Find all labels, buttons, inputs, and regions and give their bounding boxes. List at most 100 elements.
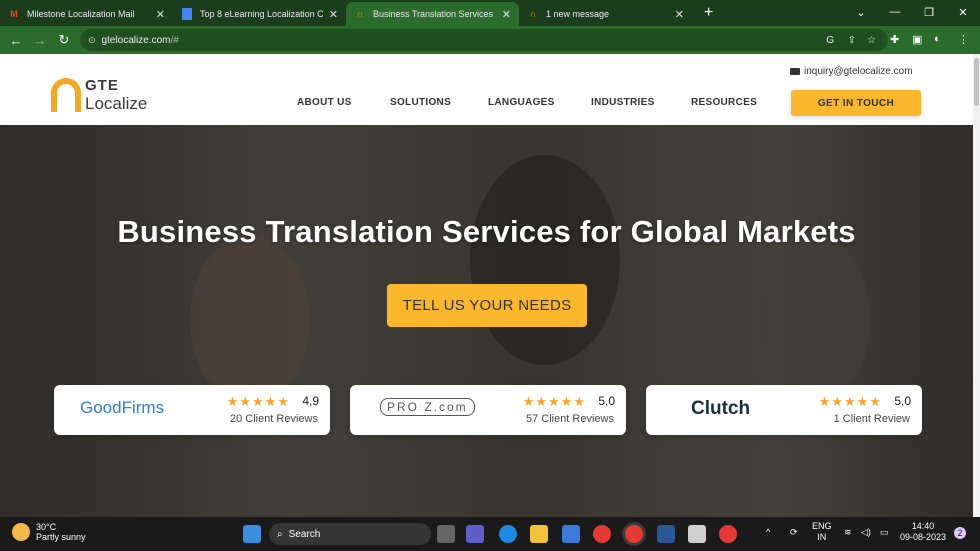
tab-label: Top 8 eLearning Localization Con xyxy=(200,9,323,19)
url-host: gtelocalize.com xyxy=(101,34,171,46)
restore-icon[interactable]: ❐ xyxy=(912,6,946,19)
start-icon[interactable] xyxy=(243,525,261,543)
rating-value: 4,9 xyxy=(302,394,319,408)
word-icon[interactable] xyxy=(657,525,675,543)
rating-value: 5,0 xyxy=(894,394,911,408)
tray-app-icon[interactable]: ⟳ xyxy=(790,527,798,538)
clock-date: 09-08-2023 xyxy=(900,532,947,542)
review-card-proz[interactable]: PRO Z.com ★★★★★ 5,0 57 Client Reviews xyxy=(350,385,626,435)
search-icon: ⌕ xyxy=(277,528,283,540)
share-icon[interactable]: ⇪ xyxy=(848,35,856,46)
hero-section: Business Translation Services for Global… xyxy=(0,125,973,517)
nav-about-us[interactable]: ABOUT US xyxy=(297,97,352,108)
search-label: Search xyxy=(288,528,321,540)
bookmark-star-icon[interactable]: ☆ xyxy=(867,35,876,46)
profile-icon[interactable]: ◐ xyxy=(934,33,941,45)
tab-gmail[interactable]: M Milestone Localization Mail ✕ xyxy=(0,2,173,26)
task-view-icon[interactable] xyxy=(437,525,455,543)
review-card-goodfirms[interactable]: GoodFirms ★★★★★ 4,9 20 Client Reviews xyxy=(54,385,330,435)
close-tab-icon[interactable]: ✕ xyxy=(156,8,165,21)
nav-resources[interactable]: RESOURCES xyxy=(691,97,757,108)
chrome-active-icon[interactable] xyxy=(625,525,643,543)
close-tab-icon[interactable]: ✕ xyxy=(502,8,511,21)
gte-logo[interactable]: GTE Localize xyxy=(51,74,166,114)
docs-icon xyxy=(181,8,193,20)
email-text: inquiry@gtelocalize.com xyxy=(804,66,913,77)
partly-sunny-icon xyxy=(12,523,30,541)
gte-icon: ∩ xyxy=(356,9,364,19)
snipping-icon[interactable] xyxy=(688,525,706,543)
star-rating-icon: ★★★★★ xyxy=(226,394,290,409)
language-indicator[interactable]: ENG IN xyxy=(812,521,832,543)
scrollbar-thumb[interactable] xyxy=(974,58,979,106)
page-scrollbar[interactable] xyxy=(973,54,980,517)
nav-industries[interactable]: INDUSTRIES xyxy=(591,97,655,108)
gte-icon: ∩ xyxy=(529,9,537,19)
review-count: 57 Client Reviews xyxy=(525,413,614,425)
forward-icon[interactable]: → xyxy=(28,33,52,48)
nav-solutions[interactable]: SOLUTIONS xyxy=(390,97,451,108)
get-in-touch-button[interactable]: GET IN TOUCH xyxy=(791,90,921,116)
extensions-icon[interactable]: ✚ xyxy=(890,33,899,46)
proz-logo: PRO Z.com xyxy=(380,398,475,416)
clock-time: 14:40 xyxy=(911,521,935,531)
review-count: 1 Client Review xyxy=(833,413,910,425)
minimize-icon[interactable]: — xyxy=(878,6,912,18)
email-link[interactable]: inquiry@gtelocalize.com xyxy=(790,66,913,77)
browser-tab-bar: M Milestone Localization Mail ✕ Top 8 eL… xyxy=(0,0,980,26)
close-tab-icon[interactable]: ✕ xyxy=(675,8,684,21)
volume-icon[interactable]: ◁) xyxy=(861,527,871,538)
tab-label: 1 new message xyxy=(546,9,610,19)
reload-icon[interactable]: ↻ xyxy=(52,32,76,48)
back-icon[interactable]: ← xyxy=(4,33,28,48)
teams-icon[interactable] xyxy=(466,525,484,543)
star-rating-icon: ★★★★★ xyxy=(818,394,882,409)
chrome-icon[interactable] xyxy=(593,525,611,543)
logo-text-bottom: Localize xyxy=(85,94,148,113)
review-count: 20 Client Reviews xyxy=(229,413,318,425)
close-tab-icon[interactable]: ✕ xyxy=(329,8,338,21)
star-rating-icon: ★★★★★ xyxy=(522,394,586,409)
tab-label: Milestone Localization Mail xyxy=(27,9,135,19)
url-path: /# xyxy=(170,34,179,46)
battery-icon[interactable]: ▭ xyxy=(880,527,889,538)
goodfirms-logo: GoodFirms xyxy=(80,398,165,417)
close-window-icon[interactable]: ✕ xyxy=(946,6,980,19)
url-bar[interactable]: ⊙ gtelocalize.com/# G ⇪ ☆ xyxy=(80,29,888,51)
google-icon[interactable]: G xyxy=(826,35,834,46)
review-card-clutch[interactable]: Clutch ★★★★★ 5,0 1 Client Review xyxy=(646,385,922,435)
site-header: GTE Localize inquiry@gtelocalize.com ABO… xyxy=(0,54,973,125)
tab-gte-active[interactable]: ∩ Business Translation Services For ✕ xyxy=(346,2,519,26)
menu-icon[interactable]: ⋮ xyxy=(958,33,969,46)
tab-label: Business Translation Services For xyxy=(373,9,496,19)
logo-text-top: GTE xyxy=(85,77,119,94)
tab-message[interactable]: ∩ 1 new message ✕ xyxy=(519,2,692,26)
rating-value: 5,0 xyxy=(598,394,615,408)
gmail-icon: M xyxy=(10,9,18,19)
logo-arch-icon xyxy=(51,78,81,112)
windows-taskbar: 30°C Partly sunny ⌕ Search ^ ⟳ ENG IN ≋ … xyxy=(0,517,980,551)
tell-us-your-needs-button[interactable]: TELL US YOUR NEEDS xyxy=(387,284,587,327)
wifi-icon[interactable]: ≋ xyxy=(844,527,852,538)
edge-icon[interactable] xyxy=(499,525,517,543)
site-info-icon[interactable]: ⊙ xyxy=(88,35,96,46)
sidepanel-icon[interactable]: ▣ xyxy=(912,33,922,46)
lang-code: ENG xyxy=(812,521,832,531)
chrome-profile-icon[interactable] xyxy=(719,525,737,543)
file-explorer-icon[interactable] xyxy=(530,525,548,543)
tray-chevron-icon[interactable]: ^ xyxy=(766,527,770,538)
weather-widget[interactable]: 30°C Partly sunny xyxy=(12,522,86,542)
notification-badge[interactable]: 2 xyxy=(954,527,966,539)
address-bar-row: ← → ↻ ⊙ gtelocalize.com/# G ⇪ ☆ ✚ ▣ ◐ ⋮ xyxy=(0,26,980,54)
nav-languages[interactable]: LANGUAGES xyxy=(488,97,555,108)
window-controls: ⌄ — ❐ ✕ xyxy=(844,0,980,24)
hero-title: Business Translation Services for Global… xyxy=(117,214,856,249)
clock[interactable]: 14:40 09-08-2023 xyxy=(900,521,946,543)
tab-docs[interactable]: Top 8 eLearning Localization Con ✕ xyxy=(173,2,346,26)
taskbar-search[interactable]: ⌕ Search xyxy=(269,523,431,545)
web-page: GTE Localize inquiry@gtelocalize.com ABO… xyxy=(0,54,973,517)
envelope-icon xyxy=(790,68,800,75)
mail-icon[interactable] xyxy=(562,525,580,543)
tab-search-icon[interactable]: ⌄ xyxy=(844,6,878,19)
new-tab-button[interactable]: + xyxy=(704,4,713,22)
